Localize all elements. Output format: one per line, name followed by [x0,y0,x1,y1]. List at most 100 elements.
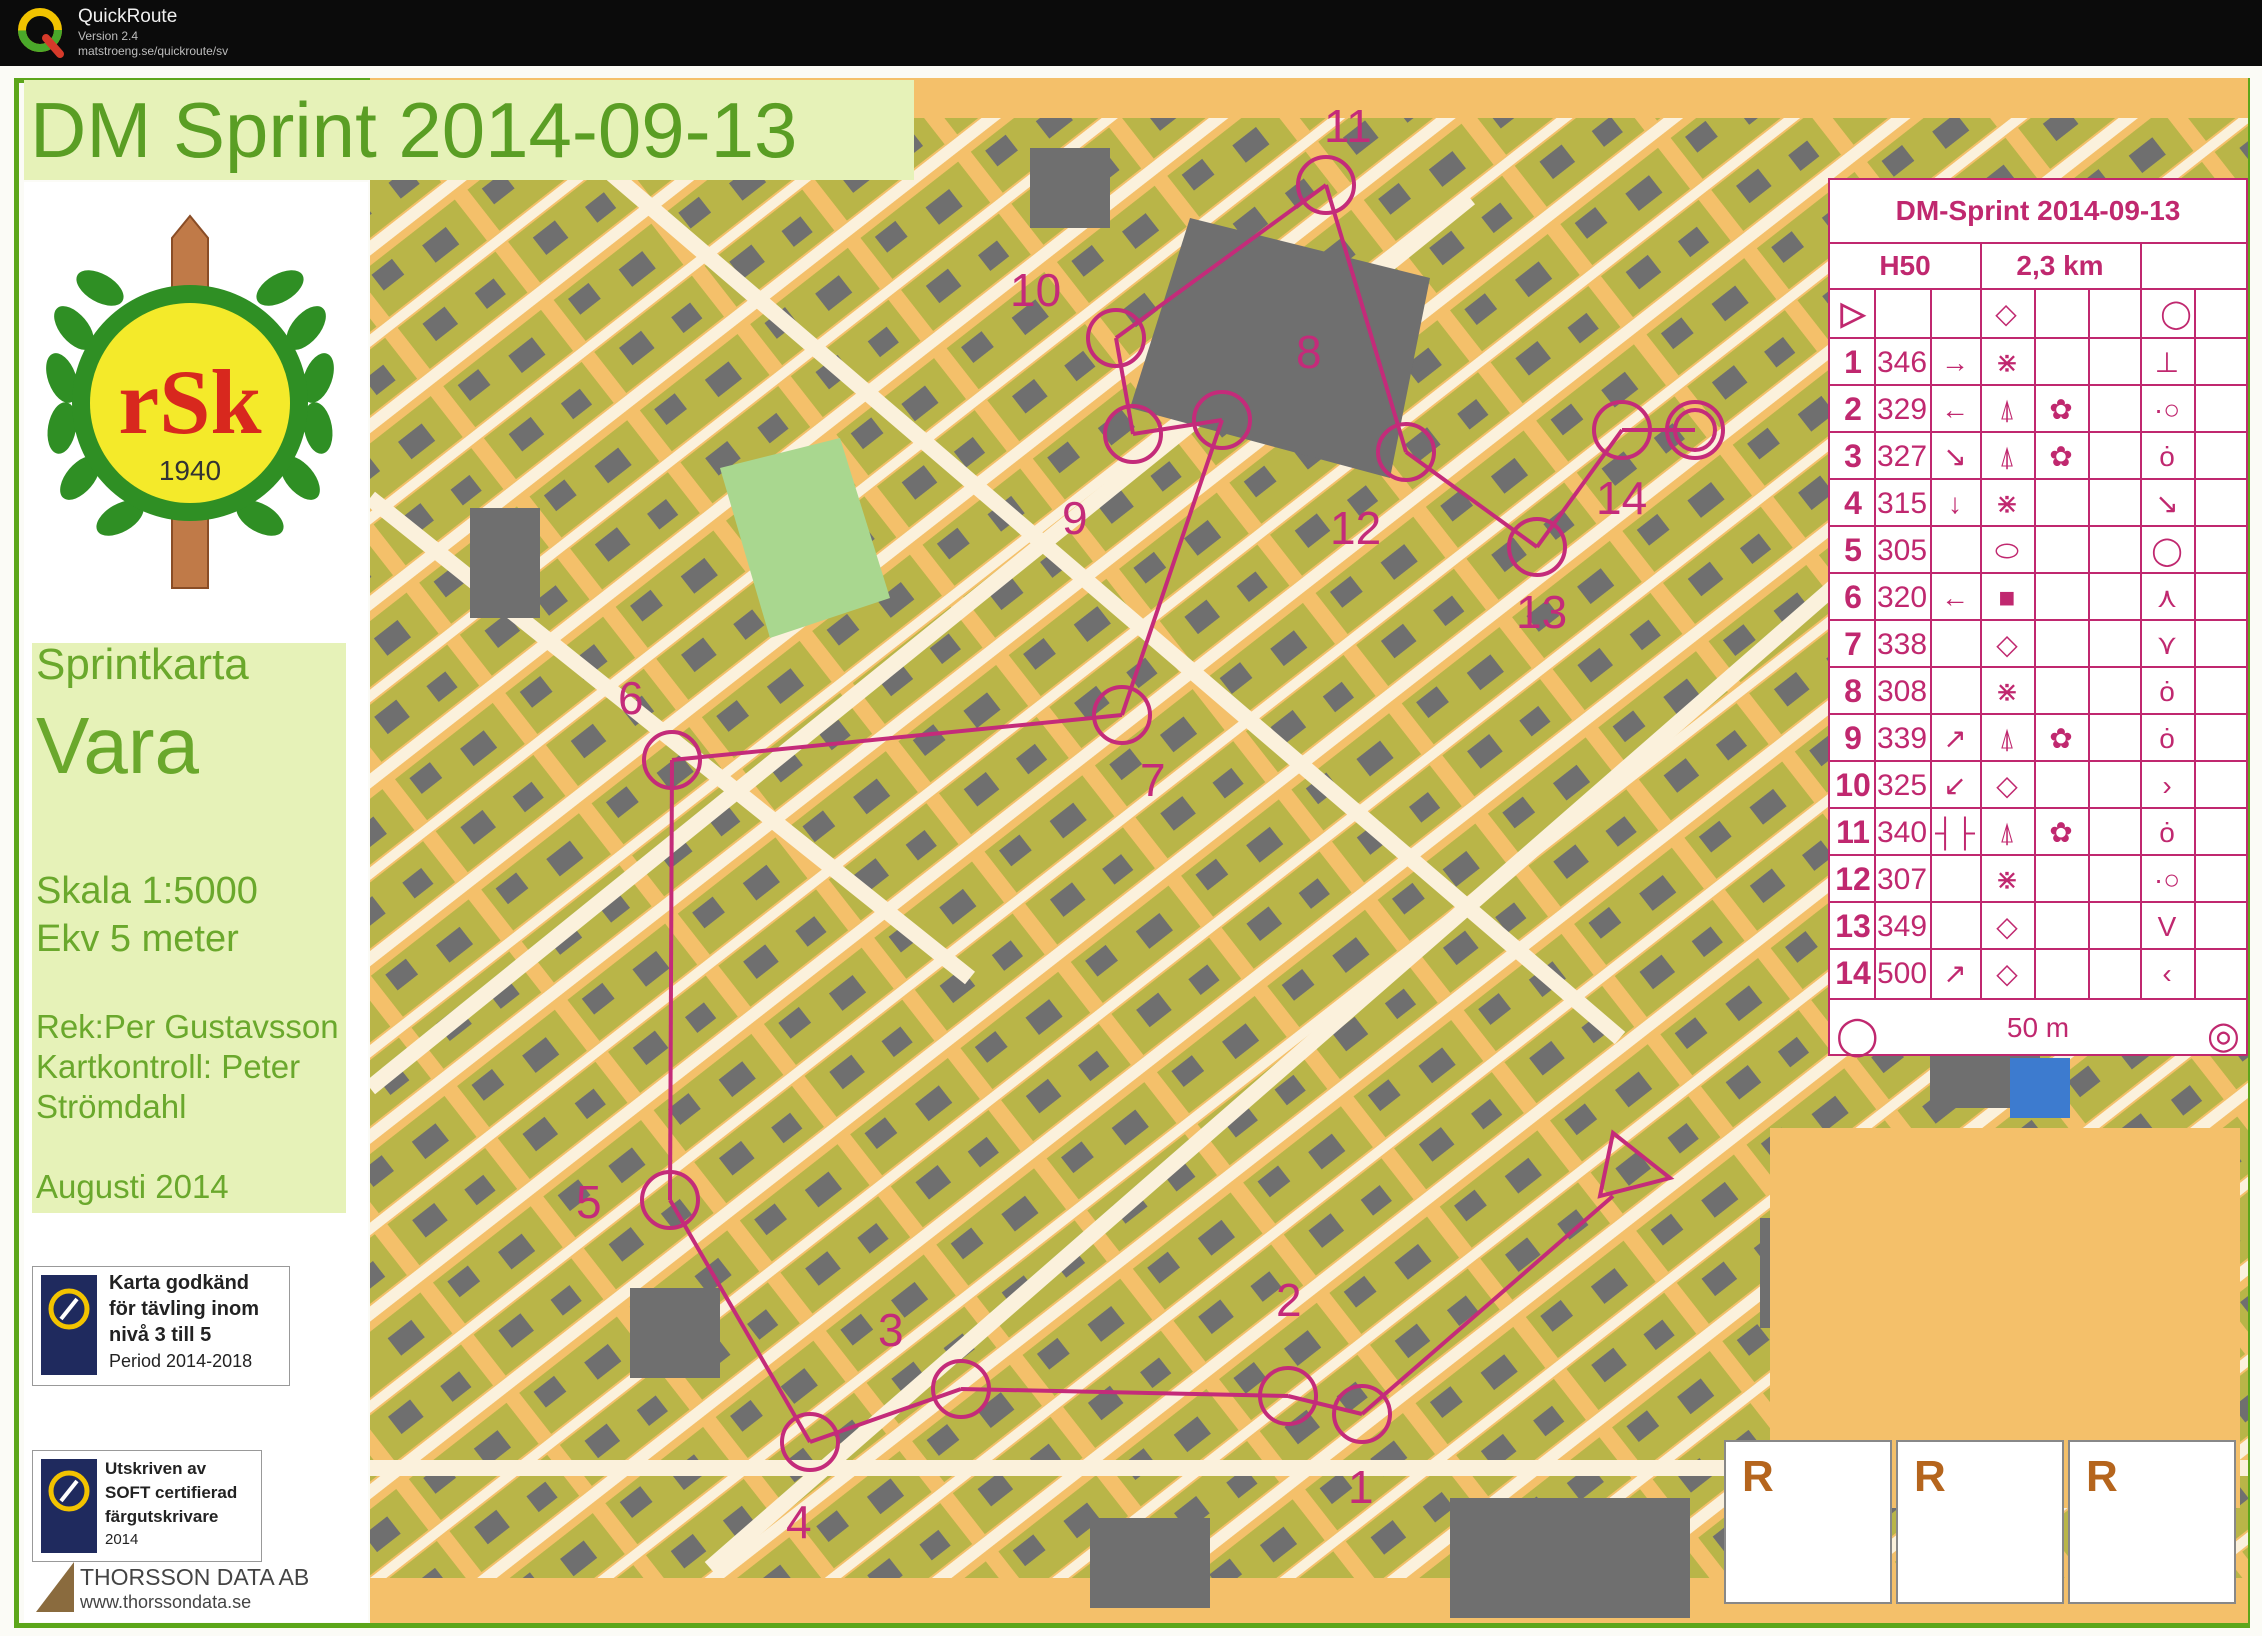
cd-row-appearance [2034,574,2088,621]
cd-row: 1 346 → ⋇ ⊥ [1830,337,2246,386]
cd-row: 12 307 ⋇ ·○ [1830,854,2246,903]
cd-row-appearance [2034,856,2088,903]
cd-row-direction: ↗ [1943,723,1967,754]
control-label-2: 2 [1276,1274,1302,1326]
cd-row-appearance [2034,480,2088,527]
cd-row-appearance [2034,621,2088,668]
cd-row-code: 308 [1876,675,1928,708]
finish-circle-icon: ◯ [1836,1015,1879,1057]
cd-row-code: 338 [1876,628,1928,661]
printer-url: www.thorssondata.se [80,1592,252,1612]
cd-row-feature: ◇ [1996,629,2018,660]
thorsson-logo-icon [36,1562,74,1612]
cd-row-location: ⋏ [2156,582,2178,613]
punch-box-1: R [1724,1440,1892,1604]
club-logo-text: rSk [118,351,262,453]
cd-row-number: 9 [1844,720,1862,756]
cd-title: DM-Sprint 2014-09-13 [1830,180,2246,244]
finish-double-circle-icon: ◎ [2206,1015,2240,1057]
control-label-1: 1 [1348,1461,1374,1513]
cd-row-code: 339 [1876,722,1928,755]
cd-row-location: ⋎ [2156,629,2178,660]
badge1-line4: Period 2014-2018 [109,1351,253,1371]
cd-row-code: 349 [1876,910,1928,943]
cd-row-code: 325 [1876,769,1928,802]
svensk-orientering-icon [41,1459,97,1553]
cd-row-direction: ↙ [1943,770,1967,801]
cd-row-feature: ⍋ [1998,394,2016,425]
cd-length: 2,3 km [2016,250,2104,281]
cd-row-appearance [2034,762,2088,809]
cd-row-code: 327 [1876,440,1928,473]
cd-row-direction: → [1941,347,1969,378]
cd-row-appearance [2034,950,2088,997]
club-logo: rSk 1940 [46,214,334,589]
cd-row-code: 329 [1876,393,1928,426]
control-label-4: 4 [786,1496,812,1548]
quickroute-logo-icon [18,8,64,58]
cd-row-location: ·○ [2153,394,2181,425]
control-label-8: 8 [1296,326,1322,378]
cd-row: 11 340 ┤├ ⍋ ✿ ȯ [1830,807,2246,856]
cd-row-appearance: ✿ [2049,394,2073,425]
cd-row-feature: ■ [1998,582,2016,613]
cd-row-number: 5 [1844,532,1862,568]
control-label-11: 11 [1324,100,1372,152]
cd-row-number: 10 [1835,767,1871,803]
control-label-10: 10 [1010,264,1061,316]
control-label-7: 7 [1140,754,1166,806]
cd-row-appearance [2034,339,2088,386]
map-place-label: Vara [36,701,200,790]
badge2-line2: SOFT certifierad [105,1483,238,1502]
control-label-3: 3 [878,1304,904,1356]
cd-row-location: › [2162,770,2172,801]
control-label-12: 12 [1330,502,1381,554]
cd-row-feature: ◇ [1996,958,2018,989]
cd-row: 3 327 ↘ ⍋ ✿ ȯ [1830,431,2246,480]
cd-row-number: 12 [1835,861,1871,897]
app-version: Version 2.4 [78,29,139,43]
cd-row-feature: ⋇ [1995,488,2019,519]
punch-box-label: R [1742,1452,1774,1501]
map-check-label: Kartkontroll: Peter [36,1048,301,1085]
printer-badge: Utskriven av SOFT certifierad färgutskri… [32,1450,262,1562]
cd-row-direction [1930,903,1980,950]
cd-row-code: 315 [1876,487,1928,520]
cd-finish-distance: 50 m [2006,1012,2070,1043]
control-description-sheet: DM-Sprint 2014-09-13 H50 2,3 km ▷ ◇ ◯ 13… [1828,178,2248,1057]
cd-row-direction [1930,527,1980,574]
cd-row-number: 3 [1844,438,1862,474]
map-scale-label: Skala 1:5000 [36,870,258,912]
map-date-label: Augusti 2014 [36,1168,229,1205]
app-url: matstroeng.se/quickroute/sv [78,44,229,58]
cd-row: 13 349 ◇ V [1830,901,2246,950]
map-title: DM Sprint 2014-09-13 [24,80,914,180]
cd-row-direction: ┤├ [1935,817,1975,848]
cd-row-feature: ⋇ [1995,864,2019,895]
cd-row-appearance [2034,668,2088,715]
control-label-5: 5 [576,1176,602,1228]
cd-row-location: V [2157,911,2177,942]
cd-row-feature: ⍋ [1998,441,2016,472]
punch-box-label: R [2086,1452,2118,1501]
control-label-14: 14 [1596,472,1647,524]
cd-row-direction: ↓ [1948,488,1962,519]
control-label-6: 6 [618,672,644,724]
cd-row: 6 320 ← ■ ⋏ [1830,572,2246,621]
punch-box-2: R [1896,1440,2064,1604]
cd-row-feature: ◇ [1996,770,2018,801]
cd-row-appearance: ✿ [2049,441,2073,472]
cd-row-appearance: ✿ [2049,723,2073,754]
cd-row-number: 8 [1844,673,1862,709]
cd-row-direction: ← [1941,582,1969,613]
cd-row: 4 315 ↓ ⋇ ↘ [1830,478,2246,527]
control-label-9: 9 [1062,492,1088,544]
cd-row-code: 305 [1876,534,1928,567]
control-label-13: 13 [1516,586,1567,638]
punch-box-3: R [2068,1440,2236,1604]
cd-row-number: 6 [1844,579,1862,615]
map-setter-label: Rek:Per Gustavsson [36,1008,339,1045]
cd-row-code: 500 [1876,957,1928,990]
cd-row: 14 500 ↗ ◇ ‹ [1830,948,2246,997]
badge1-line3: nivå 3 till 5 [109,1324,212,1346]
